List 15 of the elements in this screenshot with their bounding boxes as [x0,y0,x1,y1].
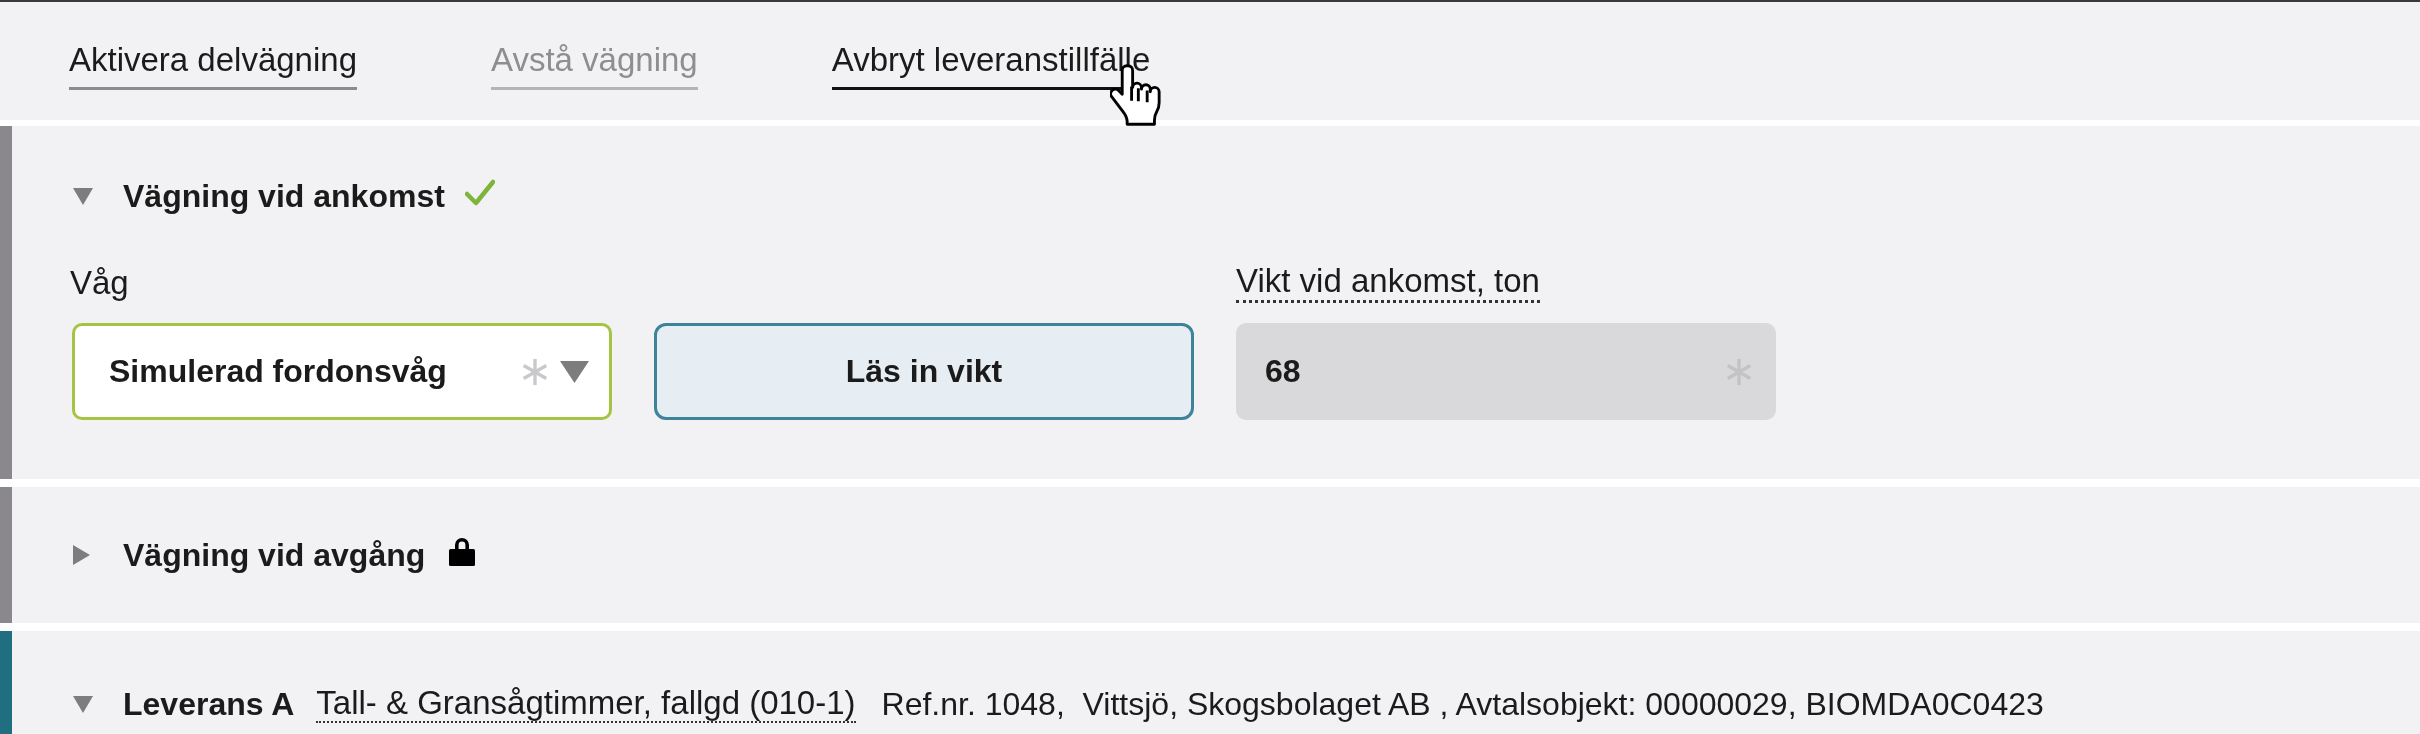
delivery-details: Ref.nr. 1048, Vittsjö, Skogsbolaget AB , Avtalsobjekt: 00000029, BIOMDA0C0423 [881,685,2044,723]
section-title: Vägning vid avgång [123,536,426,574]
caret-down-icon [560,360,589,383]
action-link[interactable]: Aktivera delvägning [69,40,357,90]
caret-right-icon[interactable] [73,545,90,565]
section-title: Vägning vid ankomst [123,177,445,215]
weight-field[interactable]: 68 [1236,323,1776,420]
field-label: Vikt vid ankomst, ton [1236,264,1540,303]
read-weight-button[interactable]: Läs in vikt [654,323,1194,420]
field-label: Våg [70,264,129,302]
scale-select[interactable]: Simulerad fordonsvåg [72,323,612,420]
caret-down-icon[interactable] [73,187,93,205]
caret-down-icon[interactable] [73,695,93,713]
section-title: Leverans A [123,685,295,723]
product-name: Tall- & Gransågtimmer, fallgd (010-1) [316,685,856,723]
